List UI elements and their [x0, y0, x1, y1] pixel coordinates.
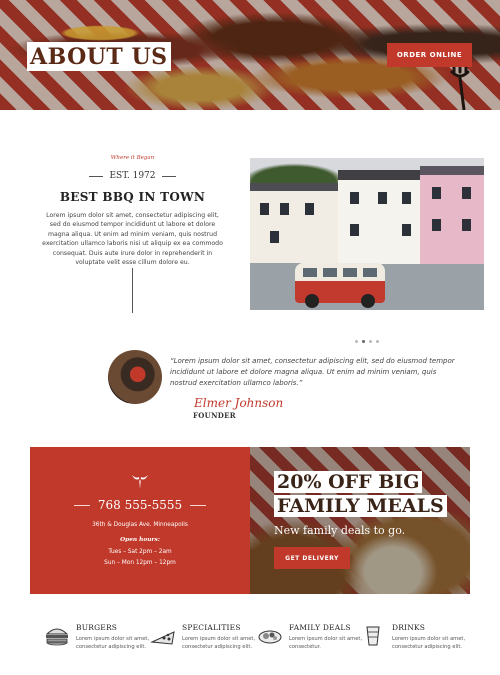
hours-line: Sun – Mon 12pm – 12pm	[104, 560, 176, 566]
vertical-divider	[132, 268, 133, 313]
window	[432, 187, 441, 199]
category-family-deals[interactable]: FAMILY DEALS Lorem ipsum dolor sit amet,…	[257, 620, 362, 660]
founder-signature: Elmer Johnson	[194, 396, 284, 410]
bull-logo-icon	[132, 475, 148, 489]
category-title: FAMILY DEALS	[289, 623, 351, 632]
building-center	[338, 170, 423, 264]
address: 36th & Douglas Ave. Minneapolis	[92, 522, 188, 528]
pizza-slice-icon	[150, 631, 175, 645]
phone-divider-right	[190, 504, 207, 506]
phone-row: 768 555-5555	[30, 498, 250, 512]
drink-glass-icon	[366, 626, 380, 646]
about-section: Where it Began EST. 1972 BEST BBQ IN TOW…	[40, 155, 225, 267]
category-desc: Lorem ipsum dolor sit amet, consectetur.	[289, 636, 363, 650]
building-left	[250, 183, 340, 263]
category-title: BURGERS	[76, 623, 118, 632]
promo-overlay	[250, 447, 470, 594]
window	[260, 203, 269, 215]
building-pink	[420, 166, 484, 264]
hours-line: Tues – Sat 2pm – 2am	[108, 549, 172, 555]
van-window	[363, 268, 377, 277]
page-title: ABOUT US	[27, 42, 171, 71]
van-wheel	[305, 294, 319, 308]
window	[280, 203, 289, 215]
carousel-dot[interactable]	[376, 340, 379, 343]
red-van	[295, 263, 385, 308]
van-wheel	[361, 294, 375, 308]
testimonial-quote: “Lorem ipsum dolor sit amet, consectetur…	[170, 357, 455, 387]
category-desc: Lorem ipsum dolor sit amet, consectetur …	[76, 636, 150, 650]
est-row: EST. 1972	[40, 171, 225, 181]
promo-subtitle: New family deals to go.	[274, 524, 406, 537]
eyebrow-text: Where it Began	[110, 155, 155, 161]
category-title: DRINKS	[392, 623, 426, 632]
about-body-text: Lorem ipsum dolor sit amet, consectetur …	[42, 212, 223, 267]
carousel-dot[interactable]	[355, 340, 358, 343]
category-desc: Lorem ipsum dolor sit amet, consectetur …	[182, 636, 256, 650]
promo-headline-line2: FAMILY MEALS	[274, 495, 447, 517]
contact-panel: 768 555-5555 36th & Douglas Ave. Minneap…	[30, 447, 250, 594]
window	[462, 187, 471, 199]
carousel-dot-active[interactable]	[362, 340, 365, 343]
van-window	[343, 268, 357, 277]
hero-banner: ABOUT US ORDER ONLINE	[0, 0, 500, 110]
window	[305, 203, 314, 215]
category-title: SPECIALITIES	[182, 623, 241, 632]
divider-right	[161, 175, 176, 177]
order-online-button[interactable]: ORDER ONLINE	[387, 43, 472, 67]
founder-role: FOUNDER	[193, 411, 236, 420]
carousel-dots	[355, 340, 379, 343]
divider-left	[89, 175, 104, 177]
promo-banner: 20% OFF BIG FAMILY MEALS New family deal…	[250, 447, 470, 594]
get-delivery-button[interactable]: GET DELIVERY	[274, 547, 350, 569]
burger-icon	[45, 628, 69, 646]
about-heading: BEST BBQ IN TOWN	[59, 190, 206, 204]
category-drinks[interactable]: DRINKS Lorem ipsum dolor sit amet, conse…	[360, 620, 465, 660]
window	[402, 224, 411, 236]
phone-divider-left	[73, 504, 90, 506]
street-photo	[250, 158, 484, 310]
category-row: BURGERS Lorem ipsum dolor sit amet, cons…	[44, 620, 465, 660]
carousel-dot[interactable]	[369, 340, 372, 343]
category-specialities[interactable]: SPECIALITIES Lorem ipsum dolor sit amet,…	[150, 620, 255, 660]
open-hours-label: Open hours:	[120, 537, 160, 543]
established-year: EST. 1972	[109, 171, 156, 181]
category-desc: Lorem ipsum dolor sit amet, consectetur …	[392, 636, 466, 650]
category-burgers[interactable]: BURGERS Lorem ipsum dolor sit amet, cons…	[44, 620, 149, 660]
platter-icon	[258, 630, 282, 644]
window	[350, 192, 359, 204]
window	[462, 219, 471, 231]
promo-headline-line1: 20% OFF BIG	[274, 471, 423, 493]
window	[402, 192, 411, 204]
founder-avatar	[108, 350, 162, 404]
window	[378, 192, 387, 204]
van-window	[323, 268, 337, 277]
window	[432, 219, 441, 231]
van-window	[303, 268, 317, 277]
phone-number[interactable]: 768 555-5555	[98, 498, 182, 512]
window	[270, 231, 279, 243]
window	[350, 224, 359, 236]
